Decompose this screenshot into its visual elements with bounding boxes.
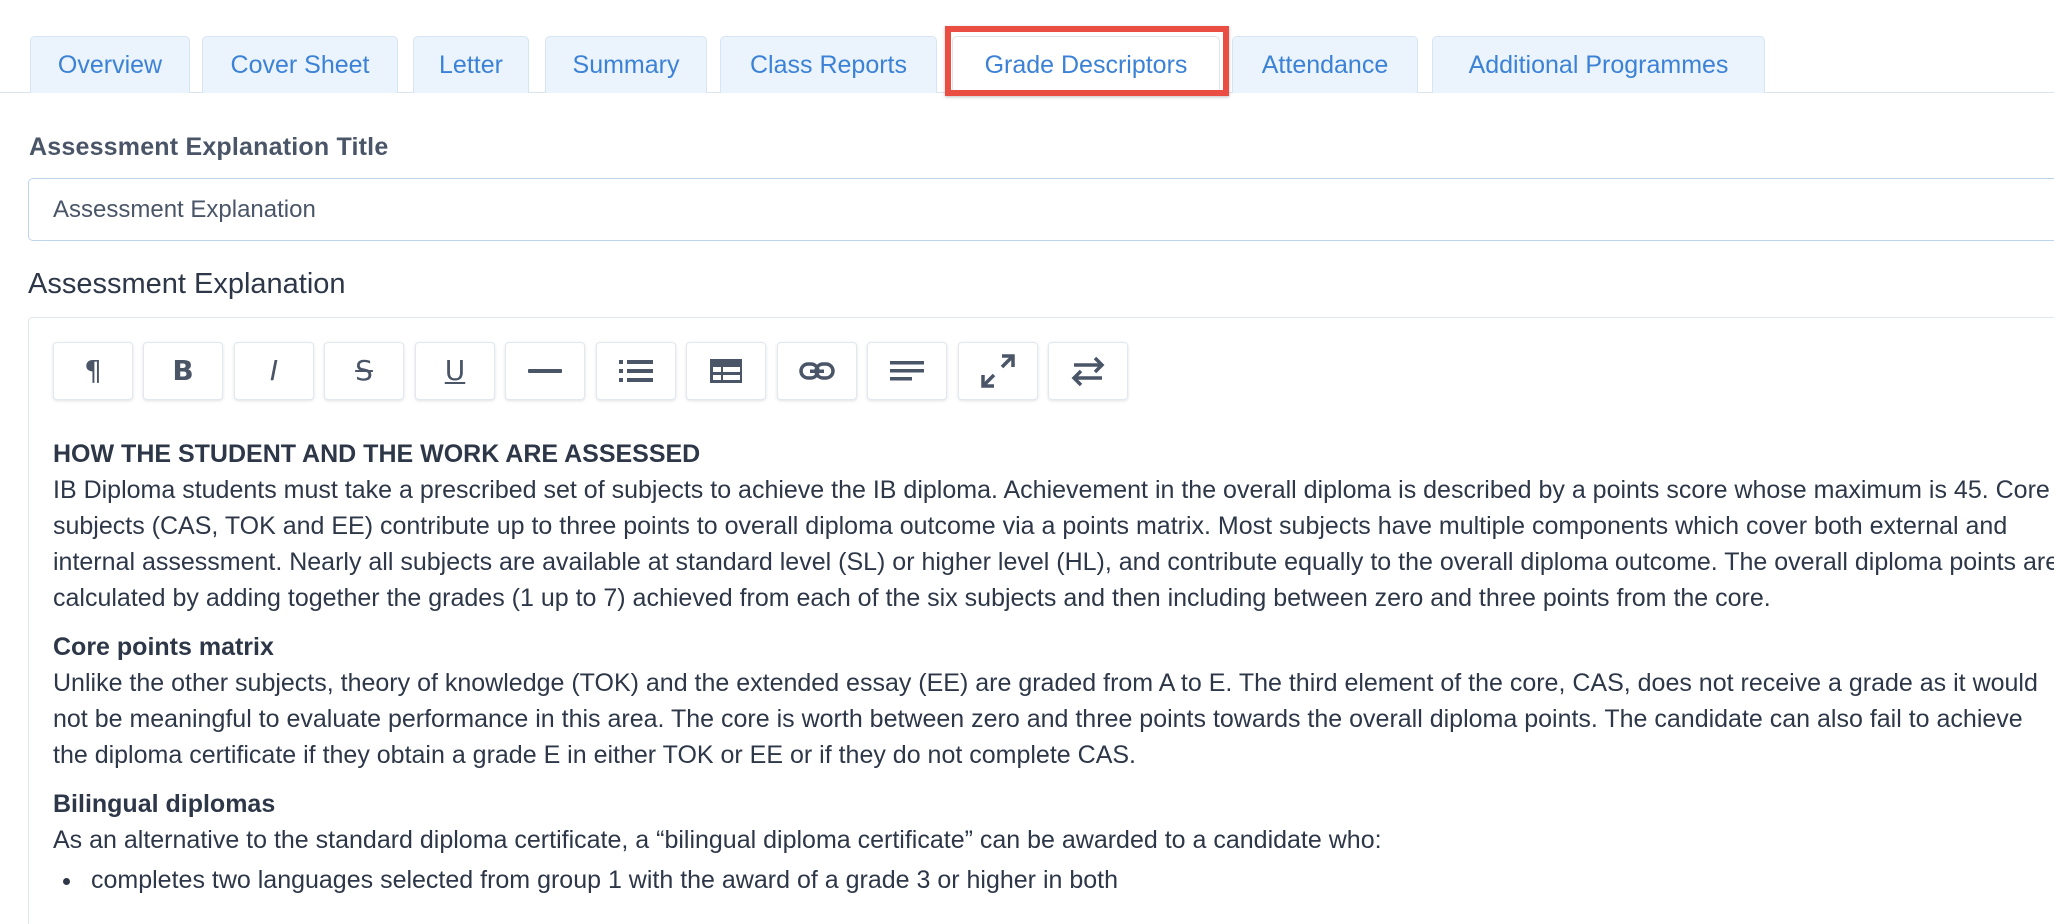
content-heading-assessment: HOW THE STUDENT AND THE WORK ARE ASSESSE… (53, 440, 701, 468)
content-paragraph-core-points: Unlike the other subjects, theory of kno… (53, 669, 2038, 769)
horizontal-rule-icon (528, 369, 562, 373)
link-button[interactable] (777, 342, 857, 400)
content-heading-core-points: Core points matrix (53, 633, 274, 661)
rich-text-editor: ¶ B I S U HOW THE STUDENT AND THE WORK A… (28, 317, 2054, 924)
swap-arrows-icon (1071, 356, 1105, 387)
content-bullet-list: completes two languages selected from gr… (63, 862, 2054, 898)
table-button[interactable] (686, 342, 766, 400)
tab-overview[interactable]: Overview (30, 36, 190, 93)
tab-bar: Overview Cover Sheet Letter Summary Clas… (0, 0, 2054, 94)
bold-icon: B (172, 354, 194, 387)
tab-summary[interactable]: Summary (545, 36, 707, 93)
title-field-label: Assessment Explanation Title (29, 133, 389, 161)
strikethrough-icon: S (355, 354, 373, 387)
underline-icon: U (444, 354, 466, 387)
tab-class-reports[interactable]: Class Reports (720, 36, 937, 93)
link-icon (799, 362, 835, 380)
title-input[interactable] (28, 178, 2054, 241)
table-icon (710, 359, 742, 383)
tab-additional-programmes[interactable]: Additional Programmes (1432, 36, 1765, 93)
content-paragraph-assessment: IB Diploma students must take a prescrib… (53, 476, 2054, 612)
report-editor-page: Overview Cover Sheet Letter Summary Clas… (0, 0, 2054, 924)
expand-icon (981, 354, 1015, 388)
horizontal-rule-button[interactable] (505, 342, 585, 400)
toggle-source-button[interactable] (1048, 342, 1128, 400)
tab-attendance[interactable]: Attendance (1232, 36, 1418, 93)
editor-content[interactable]: HOW THE STUDENT AND THE WORK ARE ASSESSE… (53, 436, 2054, 898)
bullet-list-button[interactable] (596, 342, 676, 400)
italic-icon: I (269, 354, 279, 387)
list-item: completes two languages selected from gr… (63, 862, 2054, 898)
content-heading-bilingual: Bilingual diplomas (53, 790, 276, 818)
align-left-icon (890, 361, 924, 381)
tab-letter[interactable]: Letter (413, 36, 529, 93)
tab-grade-descriptors[interactable]: Grade Descriptors (952, 36, 1220, 94)
fullscreen-button[interactable] (958, 342, 1038, 400)
strikethrough-button[interactable]: S (324, 342, 404, 400)
pilcrow-icon: ¶ (84, 354, 102, 387)
bold-button[interactable]: B (143, 342, 223, 400)
italic-button[interactable]: I (234, 342, 314, 400)
editor-section-title: Assessment Explanation (28, 268, 346, 300)
content-paragraph-bilingual: As an alternative to the standard diplom… (53, 826, 1382, 854)
paragraph-button[interactable]: ¶ (53, 342, 133, 400)
bullet-list-icon (619, 360, 653, 382)
align-button[interactable] (867, 342, 947, 400)
underline-button[interactable]: U (415, 342, 495, 400)
tab-cover-sheet[interactable]: Cover Sheet (202, 36, 398, 93)
